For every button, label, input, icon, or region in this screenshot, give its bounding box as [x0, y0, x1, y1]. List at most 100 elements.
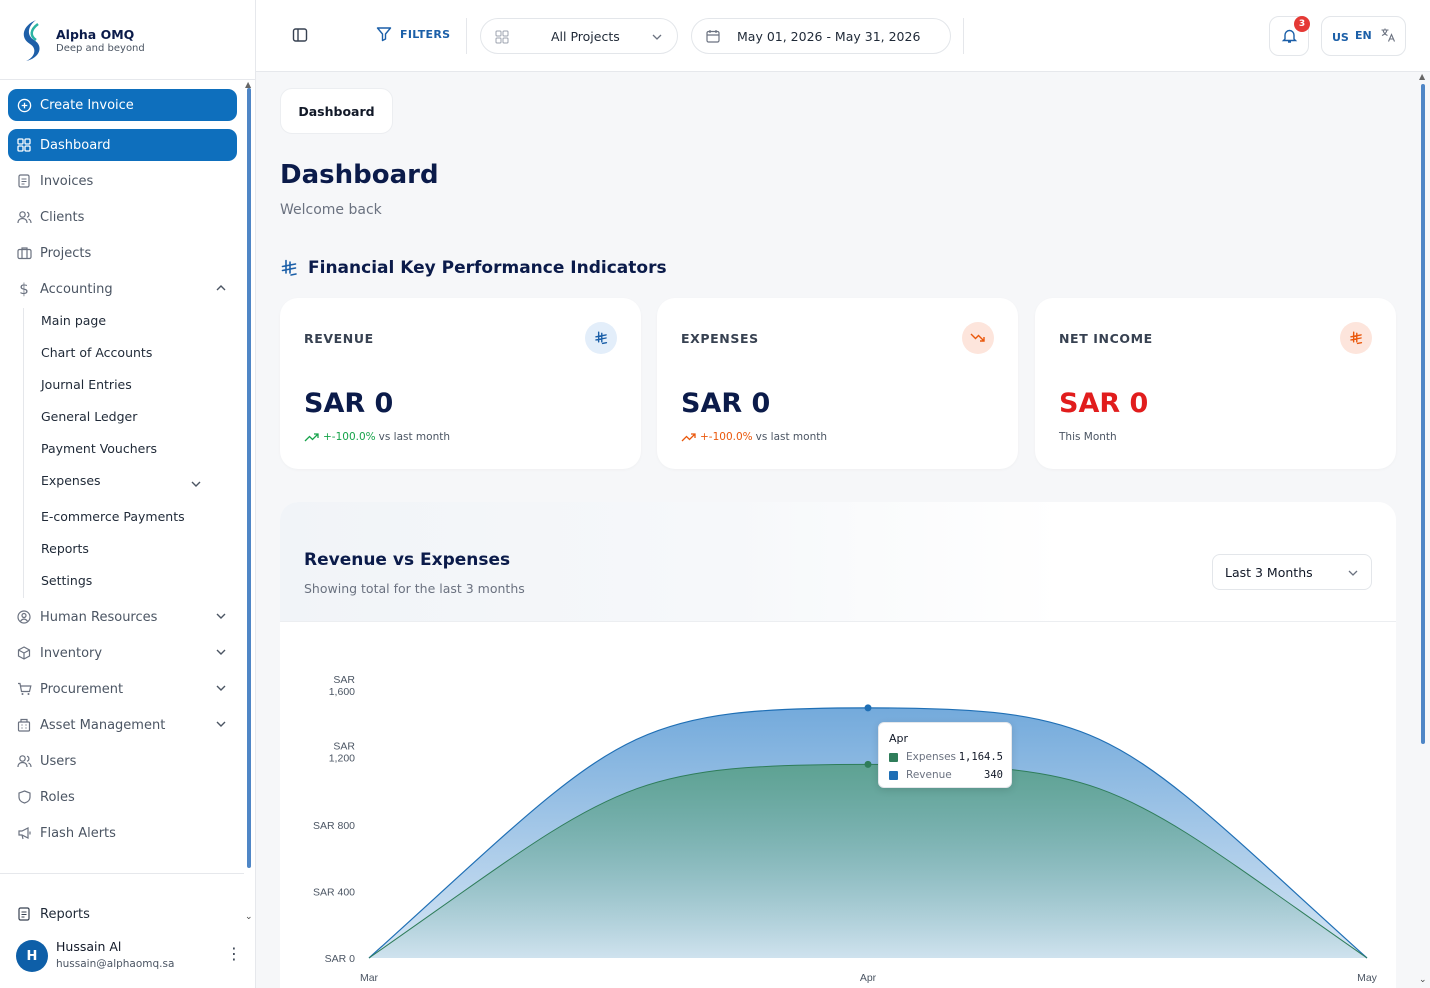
- sidebar-item-label: Flash Alerts: [40, 825, 116, 841]
- sidebar-item-label: Asset Management: [40, 717, 166, 733]
- notifications-button[interactable]: 3: [1269, 16, 1310, 56]
- x-tick-label: May: [1357, 972, 1378, 984]
- create-invoice-button[interactable]: Create Invoice: [8, 89, 237, 121]
- main-scroll-down-icon[interactable]: ⌄: [1419, 975, 1427, 985]
- y-tick-label: SAR 1,200: [329, 741, 356, 765]
- chevron-down-icon[interactable]: [215, 682, 227, 698]
- chevron-up-icon[interactable]: [215, 282, 227, 298]
- sidebar-item-flash-alerts[interactable]: Flash Alerts: [8, 819, 237, 847]
- sidebar-item-inventory[interactable]: Inventory: [8, 639, 237, 667]
- date-range-value: May 01, 2026 - May 31, 2026: [737, 29, 921, 44]
- kpi-section-label: Financial Key Performance Indicators: [308, 258, 667, 278]
- project-select-value: All Projects: [551, 29, 620, 44]
- y-tick-label: SAR 1,600: [329, 674, 356, 698]
- sidebar-item-label: Invoices: [40, 173, 94, 189]
- kpi-value: SAR 0: [681, 388, 771, 419]
- sidebar-item-label: Inventory: [40, 645, 103, 661]
- chevron-down-icon[interactable]: [215, 610, 227, 626]
- submenu-reports[interactable]: Reports: [41, 538, 89, 560]
- legend-swatch: [889, 752, 898, 762]
- sidebar-item-clients[interactable]: Clients: [8, 203, 237, 231]
- tooltip-row-revenue: Revenue 340: [889, 769, 1003, 781]
- sidebar-item-procurement[interactable]: Procurement: [8, 675, 237, 703]
- sidebar-item-label: Procurement: [40, 681, 124, 697]
- sidebar-item-asset-management[interactable]: Asset Management: [8, 711, 237, 739]
- submenu-expenses[interactable]: Expenses: [41, 470, 101, 492]
- document-icon: [8, 907, 40, 921]
- area-chart[interactable]: SAR 0 SAR 400 SAR 800 SAR 1,200 SAR 1,600 Mar A…: [280, 502, 1396, 988]
- kpi-delta-suffix: vs last month: [378, 431, 451, 443]
- revenue-expenses-chart-card: Revenue vs Expenses Showing total for th…: [280, 502, 1396, 988]
- main-scroll-up-icon[interactable]: ▲: [1419, 72, 1425, 81]
- user-name: Hussain Al: [56, 939, 122, 954]
- breadcrumb[interactable]: Dashboard: [280, 88, 393, 134]
- expenses-point[interactable]: [864, 760, 872, 768]
- bell-icon: [1281, 27, 1298, 48]
- legend-swatch: [889, 770, 898, 780]
- sidebar-item-label: Clients: [40, 209, 85, 225]
- create-invoice-label: Create Invoice: [40, 97, 134, 113]
- topbar-divider: [963, 18, 964, 54]
- building-icon: [8, 718, 40, 732]
- more-vertical-icon[interactable]: ⋮: [226, 946, 242, 962]
- main-scrollbar[interactable]: [1421, 84, 1425, 744]
- page-title: Dashboard: [280, 160, 439, 190]
- sidebar-nav: Create Invoice Dashboard Invoices Client…: [0, 88, 244, 868]
- tooltip-series-value: 340: [984, 769, 1003, 781]
- chevron-down-icon[interactable]: [215, 718, 227, 734]
- tooltip-series-name: Expenses: [906, 751, 957, 763]
- sidebar-item-dashboard[interactable]: Dashboard: [8, 129, 237, 161]
- submenu-ecommerce-payments[interactable]: E-commerce Payments: [41, 506, 185, 528]
- sidebar-item-invoices[interactable]: Invoices: [8, 167, 237, 195]
- language-switcher[interactable]: US EN: [1321, 16, 1406, 56]
- kpi-label: EXPENSES: [681, 331, 759, 346]
- kpi-label: NET INCOME: [1059, 331, 1153, 346]
- sidebar-item-projects[interactable]: Projects: [8, 239, 237, 267]
- sidebar-item-roles[interactable]: Roles: [8, 783, 237, 811]
- sidebar-item-label: Roles: [40, 789, 75, 805]
- sidebar-item-accounting[interactable]: $ Accounting: [8, 275, 237, 303]
- kpi-card-net-income: NET INCOME SAR 0 This Month: [1035, 298, 1396, 469]
- sidebar-item-users[interactable]: Users: [8, 747, 237, 775]
- kpi-card-expenses: EXPENSES SAR 0 +-100.0% vs last month: [657, 298, 1018, 469]
- riyal-icon: [281, 259, 297, 276]
- user-email: hussain@alphaomq.sa: [56, 958, 175, 970]
- sidebar-scrollbar[interactable]: [247, 88, 251, 868]
- plus-circle-icon: [8, 98, 40, 113]
- topbar: FILTERS All Projects May 01, 2026 - May …: [256, 0, 1430, 72]
- submenu-main-page[interactable]: Main page: [41, 310, 106, 332]
- sidebar-item-label: Reports: [40, 906, 90, 922]
- alpha-omq-logo-icon: [23, 20, 40, 61]
- sidebar-toggle-icon[interactable]: [292, 27, 308, 47]
- brand-header: Alpha OMQ Deep and beyond: [0, 0, 256, 80]
- sidebar-item-human-resources[interactable]: Human Resources: [8, 603, 237, 631]
- kpi-note: This Month: [1059, 431, 1117, 443]
- x-tick-label: Apr: [860, 972, 877, 984]
- sidebar-item-reports[interactable]: Reports: [8, 900, 237, 928]
- submenu-settings[interactable]: Settings: [41, 570, 92, 592]
- chevron-down-icon[interactable]: [190, 475, 202, 494]
- kpi-delta-suffix: vs last month: [755, 431, 828, 443]
- y-tick-label: SAR 800: [313, 820, 355, 832]
- filters-button[interactable]: FILTERS: [376, 26, 450, 42]
- kpi-section-title: Financial Key Performance Indicators: [280, 258, 667, 278]
- sidebar-footer-divider: [0, 873, 244, 874]
- chevron-down-icon[interactable]: [215, 646, 227, 662]
- calendar-icon: [706, 29, 720, 46]
- project-select[interactable]: All Projects: [480, 18, 678, 54]
- megaphone-icon: [8, 826, 40, 840]
- expenses-area: [369, 764, 1367, 958]
- submenu-chart-of-accounts[interactable]: Chart of Accounts: [41, 342, 152, 364]
- date-range-picker[interactable]: May 01, 2026 - May 31, 2026: [691, 18, 951, 54]
- submenu-general-ledger[interactable]: General Ledger: [41, 406, 137, 428]
- users-icon: [8, 754, 40, 768]
- notification-badge: 3: [1294, 16, 1310, 32]
- submenu-journal-entries[interactable]: Journal Entries: [41, 374, 132, 396]
- briefcase-icon: [8, 246, 40, 260]
- avatar[interactable]: H: [16, 940, 48, 972]
- submenu-payment-vouchers[interactable]: Payment Vouchers: [41, 438, 157, 460]
- revenue-point[interactable]: [864, 704, 872, 712]
- y-tick-label: SAR 0: [325, 953, 356, 965]
- tooltip-label: Apr: [889, 732, 909, 745]
- sidebar-scroll-down-icon[interactable]: ⌄: [245, 912, 253, 922]
